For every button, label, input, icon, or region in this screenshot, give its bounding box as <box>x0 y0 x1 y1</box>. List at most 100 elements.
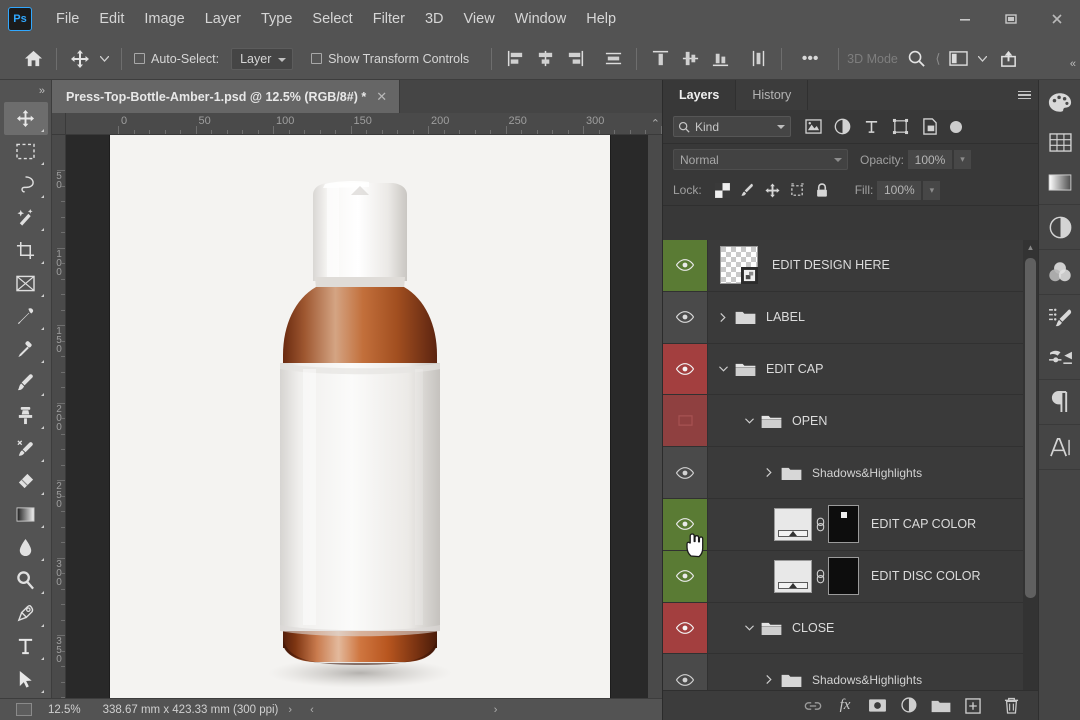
crop-tool[interactable] <box>4 234 48 267</box>
show-transform-checkbox-group[interactable]: Show Transform Controls <box>311 52 469 66</box>
layer-name[interactable]: CLOSE <box>792 621 834 635</box>
distribute-horizontal-icon[interactable] <box>598 45 628 73</box>
canvas-vertical-scrollbar[interactable] <box>648 135 662 698</box>
layer-name[interactable]: LABEL <box>766 310 805 324</box>
rectangular-marquee-tool[interactable] <box>4 135 48 168</box>
menu-select[interactable]: Select <box>302 7 362 31</box>
tab-history[interactable]: History <box>736 80 809 110</box>
table-row[interactable]: EDIT CAP COLOR <box>663 498 1039 551</box>
tool-preset-chevron-down-icon[interactable] <box>95 45 113 73</box>
auto-select-checkbox-group[interactable]: Auto-Select: <box>134 52 219 66</box>
color-panel-icon[interactable] <box>1039 82 1080 122</box>
close-window-button[interactable] <box>1034 0 1080 38</box>
status-expand-icon[interactable]: › <box>288 704 292 716</box>
move-tool[interactable] <box>3 102 48 135</box>
horizontal-ruler[interactable]: ⌃ 05010015020025030035 <box>66 113 662 135</box>
minimize-button[interactable] <box>942 0 988 38</box>
menu-type[interactable]: Type <box>251 7 302 31</box>
brush-settings-panel-icon[interactable] <box>1039 297 1080 337</box>
share-icon[interactable] <box>994 45 1024 73</box>
layer-name[interactable]: Shadows&Highlights <box>812 466 922 480</box>
menu-file[interactable]: File <box>46 7 89 31</box>
mask-link-icon[interactable] <box>812 517 828 532</box>
menu-layer[interactable]: Layer <box>195 7 251 31</box>
filter-enable-toggle[interactable] <box>950 120 962 133</box>
lock-artboard-nesting-icon[interactable] <box>785 179 810 201</box>
vertical-ruler[interactable]: 50100150200250300350 <box>52 135 66 698</box>
brush-tool[interactable] <box>4 366 48 399</box>
clone-stamp-tool[interactable] <box>4 399 48 432</box>
adjustments-panel-icon[interactable] <box>1039 207 1080 247</box>
layer-name[interactable]: EDIT DESIGN HERE <box>772 258 890 272</box>
layer-name[interactable]: Shadows&Highlights <box>812 673 922 687</box>
table-row[interactable]: CLOSE <box>663 602 1039 655</box>
object-selection-tool[interactable] <box>4 201 48 234</box>
opacity-stepper[interactable]: ▾ <box>954 150 972 169</box>
align-left-edges-icon[interactable] <box>500 45 530 73</box>
menu-view[interactable]: View <box>454 7 505 31</box>
paragraph-panel-icon[interactable] <box>1039 382 1080 422</box>
type-tool[interactable] <box>4 630 48 663</box>
zoom-level[interactable]: 12.5% <box>48 704 81 716</box>
scroll-up-icon[interactable]: ▲ <box>1023 240 1038 255</box>
path-selection-tool[interactable] <box>4 663 48 696</box>
eraser-tool[interactable] <box>4 465 48 498</box>
layer-content[interactable]: OPEN <box>708 395 1039 446</box>
brushes-panel-icon[interactable] <box>1039 337 1080 377</box>
smart-object-filter-icon[interactable] <box>915 115 944 139</box>
lasso-tool[interactable] <box>4 168 48 201</box>
adjustment-filter-icon[interactable] <box>828 115 857 139</box>
pen-tool[interactable] <box>4 597 48 630</box>
layer-visibility-toggle[interactable] <box>663 291 708 343</box>
align-right-edges-icon[interactable] <box>560 45 590 73</box>
new-adjustment-layer-icon[interactable] <box>895 694 923 718</box>
maximize-restore-button[interactable] <box>988 0 1034 38</box>
layer-list[interactable]: EDIT DESIGN HERE LABEL EDIT CAP OPEN Sha… <box>663 240 1039 720</box>
menu-image[interactable]: Image <box>134 7 194 31</box>
layer-visibility-toggle[interactable] <box>663 602 708 654</box>
shape-filter-icon[interactable] <box>886 115 915 139</box>
eyedropper-tool[interactable] <box>4 300 48 333</box>
menu-window[interactable]: Window <box>505 7 577 31</box>
fill-value[interactable]: 100% <box>877 180 922 200</box>
close-icon[interactable]: ✕ <box>376 89 387 105</box>
table-row[interactable]: Shadows&Highlights <box>663 447 1039 499</box>
layer-visibility-toggle[interactable] <box>663 240 708 291</box>
add-layer-mask-icon[interactable] <box>863 694 891 718</box>
layer-name[interactable]: OPEN <box>792 414 827 428</box>
artboard[interactable] <box>110 135 610 698</box>
scroll-left-icon[interactable]: ‹ <box>310 704 314 716</box>
opacity-value[interactable]: 100% <box>908 150 953 169</box>
group-expanded-chevron-icon[interactable] <box>740 418 758 424</box>
workspace-chevron-down-icon[interactable] <box>974 45 992 73</box>
more-options-icon[interactable]: ••• <box>790 45 830 73</box>
layer-visibility-toggle[interactable] <box>663 343 708 395</box>
document-tab[interactable]: Press-Top-Bottle-Amber-1.psd @ 12.5% (RG… <box>52 80 401 113</box>
swatches-panel-icon[interactable] <box>1039 122 1080 162</box>
gradients-panel-icon[interactable] <box>1039 162 1080 202</box>
home-icon[interactable] <box>18 45 48 73</box>
layer-thumbnail[interactable] <box>774 507 812 541</box>
workspace-icon[interactable] <box>944 45 974 73</box>
fill-stepper[interactable]: ▾ <box>923 180 941 200</box>
libraries-panel-icon[interactable] <box>1039 252 1080 292</box>
group-expanded-chevron-icon[interactable] <box>714 366 732 372</box>
layer-content[interactable]: EDIT CAP <box>708 344 1039 395</box>
link-layers-icon[interactable] <box>799 694 827 718</box>
layer-name[interactable]: EDIT CAP COLOR <box>871 517 976 531</box>
move-tool-icon[interactable] <box>65 45 95 73</box>
ruler-collapse-icon[interactable]: ⌃ <box>651 117 660 130</box>
type-filter-icon[interactable] <box>857 115 886 139</box>
lock-image-pixels-icon[interactable] <box>735 179 760 201</box>
layer-content[interactable]: Shadows&Highlights <box>708 447 1039 498</box>
blur-tool[interactable] <box>4 531 48 564</box>
align-horizontal-centers-icon[interactable] <box>530 45 560 73</box>
layer-name[interactable]: EDIT DISC COLOR <box>871 569 981 583</box>
history-brush-tool[interactable] <box>4 432 48 465</box>
panel-menu-icon[interactable] <box>1010 80 1038 110</box>
align-top-edges-icon[interactable] <box>645 45 675 73</box>
tab-layers[interactable]: Layers <box>663 80 737 110</box>
new-layer-icon[interactable] <box>959 694 987 718</box>
toolbar-collapse-icon[interactable]: » <box>0 80 51 102</box>
menu-filter[interactable]: Filter <box>363 7 415 31</box>
